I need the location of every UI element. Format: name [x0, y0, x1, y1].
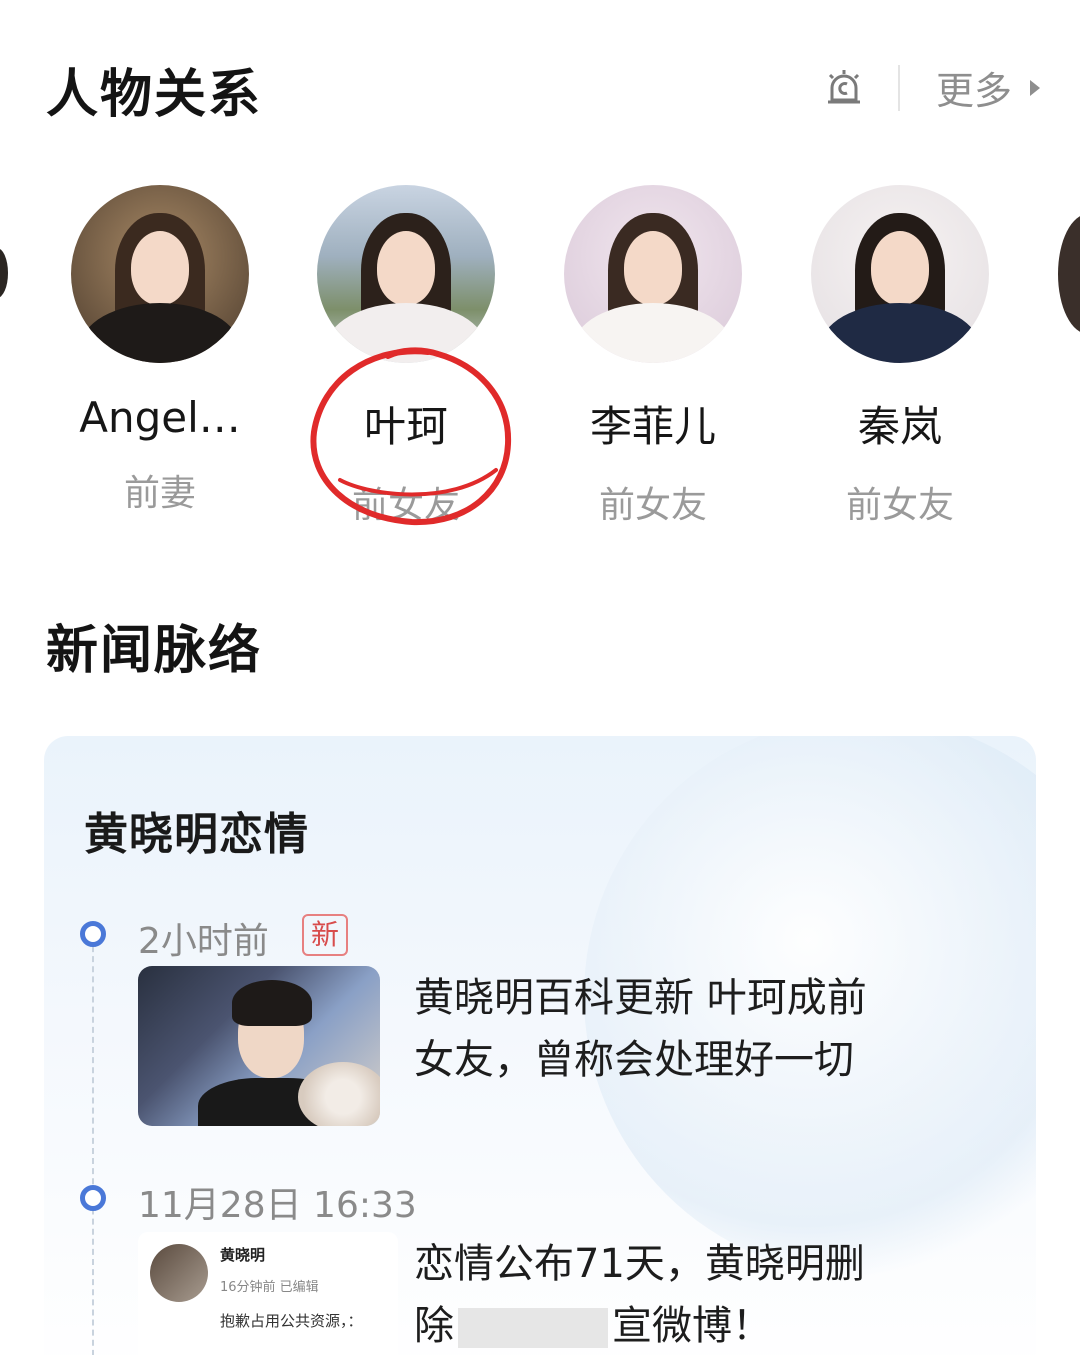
timeline-time: 11月28日 16:33: [138, 1185, 417, 1226]
article-headline-line1: 黄晓明百科更新 叶珂成前: [414, 975, 867, 1021]
person-role: 前女友: [598, 485, 707, 526]
triangle-right-icon[interactable]: [1030, 79, 1040, 96]
avatar[interactable]: [317, 185, 495, 363]
header-divider: [897, 64, 900, 111]
avatar: [150, 1244, 208, 1302]
avatar-face: [377, 231, 435, 306]
article-headline-line2: 除 宣微博！: [414, 1295, 934, 1355]
avatar-face: [131, 231, 189, 306]
person-role: 前女友: [351, 485, 460, 526]
more-link[interactable]: 更多: [936, 60, 1012, 115]
article-headline-line2-end: 宣微博！: [612, 1303, 772, 1349]
article-headline-line2: 女友，曾称会处理好一切: [414, 1037, 854, 1083]
relations-title: 人物关系: [46, 65, 263, 125]
timeline-time: 2小时前: [138, 921, 269, 962]
timeline-dot-icon: [80, 921, 106, 947]
new-badge: 新: [302, 914, 348, 956]
avatar-face: [871, 231, 929, 306]
avatar-body: [326, 303, 486, 363]
person-name: 李菲儿: [589, 402, 716, 451]
relations-header-actions: 更多: [820, 60, 1040, 115]
thumb-hair: [232, 980, 312, 1026]
person-card-lifeier[interactable]: 李菲儿 前女友: [543, 185, 763, 528]
relations-people-row: Angel… 前妻 叶珂 前女友 李菲儿 前女友 秦岚 前女友: [0, 185, 1080, 526]
person-card-qinlan[interactable]: 秦岚 前女友: [790, 185, 1010, 528]
avatar-body: [820, 303, 980, 363]
news-title: 新闻脉络: [46, 621, 263, 681]
avatar[interactable]: [811, 185, 989, 363]
avatar-body: [80, 303, 240, 363]
person-role: 前女友: [845, 485, 954, 526]
timeline-dot-icon: [80, 1185, 106, 1211]
article-headline[interactable]: 黄晓明百科更新 叶珂成前 女友，曾称会处理好一切: [414, 967, 934, 1091]
avatar-body: [573, 303, 733, 363]
article-headline-line2-start: 除: [414, 1303, 454, 1349]
article-headline-line1: 恋情公布71天，黄晓明删: [414, 1241, 865, 1287]
thumb-flowers: [298, 1062, 380, 1126]
topic-title[interactable]: 黄晓明恋情: [84, 798, 309, 862]
article-thumbnail[interactable]: 黄晓明 16分钟前 已编辑 抱歉占用公共资源，：: [138, 1232, 398, 1355]
person-card-angel[interactable]: Angel… 前妻: [50, 185, 270, 516]
avatar[interactable]: [71, 185, 249, 363]
redacted-block: [458, 1308, 608, 1348]
thumb-username: 黄晓明: [220, 1246, 266, 1264]
person-name: Angel…: [79, 393, 241, 442]
person-name: 秦岚: [857, 402, 942, 451]
timeline-line: [92, 936, 94, 1355]
news-timeline-card: 黄晓明恋情 2小时前 新 黄晓明百科更新 叶珂成前 女友，曾称会处理好一切 11…: [44, 736, 1036, 1355]
person-card-yeke[interactable]: 叶珂 前女友: [296, 185, 516, 528]
article-thumbnail[interactable]: [138, 966, 380, 1126]
article-headline[interactable]: 恋情公布71天，黄晓明删 除 宣微博！: [414, 1233, 934, 1355]
avatar[interactable]: [564, 185, 742, 363]
person-name: 叶珂: [363, 402, 448, 451]
thumb-meta: 16分钟前 已编辑: [220, 1280, 319, 1295]
avatar-face: [624, 231, 682, 306]
person-role: 前妻: [123, 473, 196, 514]
alert-bell-icon[interactable]: [820, 64, 868, 112]
thumb-text: 抱歉占用公共资源，：: [220, 1312, 363, 1330]
